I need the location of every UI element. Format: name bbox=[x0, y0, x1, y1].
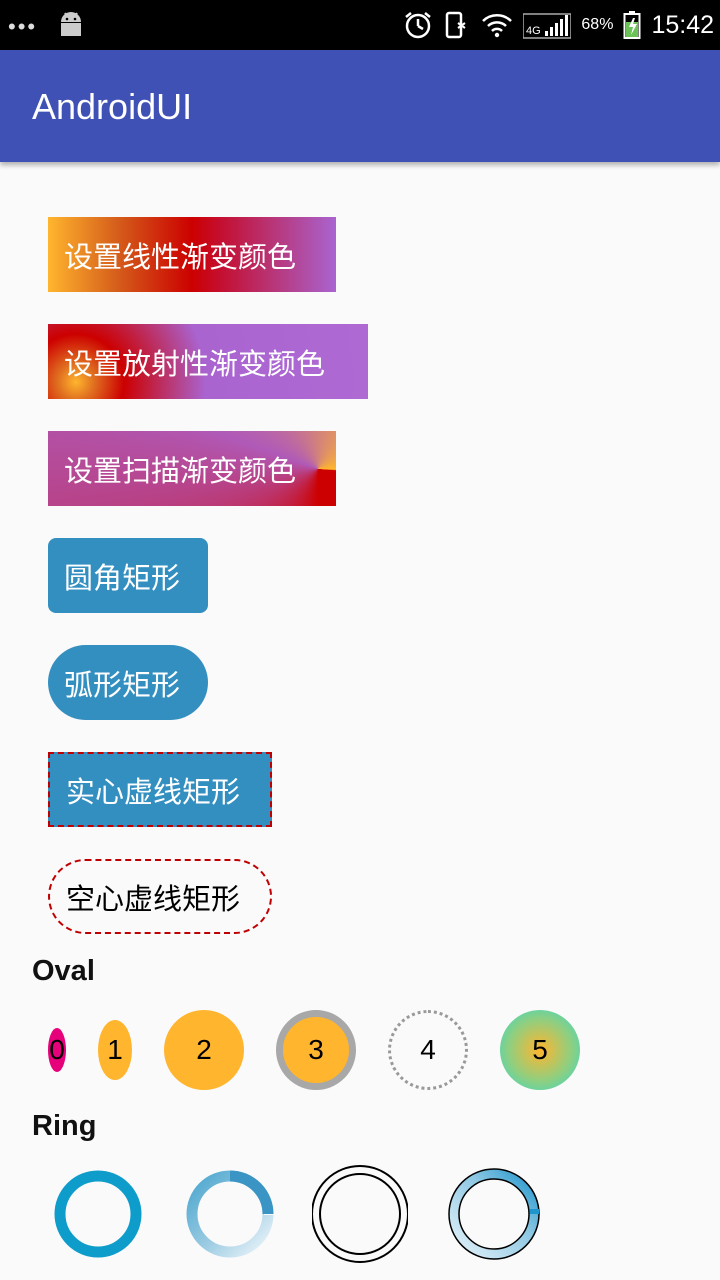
vibrate-icon bbox=[446, 11, 466, 39]
oval-item-4: 4 bbox=[388, 1010, 468, 1090]
battery-percent: 68% bbox=[581, 16, 614, 33]
oval-label: 4 bbox=[420, 1034, 436, 1065]
app-bar: AndroidUI bbox=[0, 50, 720, 162]
hollow-dashed-rect-button[interactable]: 空心虚线矩形 bbox=[48, 859, 272, 934]
oval-label: 0 bbox=[49, 1034, 65, 1065]
app-title: AndroidUI bbox=[32, 86, 193, 127]
clock: 15:42 bbox=[651, 10, 714, 39]
oval-label: 5 bbox=[532, 1034, 548, 1065]
rounded-rect-button[interactable]: 圆角矩形 bbox=[48, 538, 208, 613]
oval-item-5: 5 bbox=[500, 1010, 580, 1090]
battery-charging-icon bbox=[623, 11, 641, 39]
oval-label: 3 bbox=[308, 1034, 324, 1065]
oval-item-1: 1 bbox=[98, 1010, 132, 1090]
oval-section-title: Oval bbox=[32, 955, 95, 987]
sweep-gradient-button[interactable]: 设置扫描渐变颜色 bbox=[48, 431, 336, 506]
solid-dashed-rect-button[interactable]: 实心虚线矩形 bbox=[48, 752, 272, 827]
oval-label: 2 bbox=[196, 1034, 212, 1065]
signal-icon: 4G bbox=[523, 13, 572, 39]
ring-sweep-gradient bbox=[186, 1170, 278, 1258]
oval-item-3: 3 bbox=[276, 1010, 356, 1090]
alarm-icon bbox=[405, 12, 432, 39]
oval-label: 1 bbox=[107, 1034, 123, 1065]
status-bar: ••• 4G 68% 15:42 bbox=[0, 0, 720, 50]
ring-progress bbox=[448, 1168, 540, 1260]
svg-text:4G: 4G bbox=[526, 25, 541, 37]
ring-solid bbox=[54, 1170, 142, 1258]
radial-gradient-button[interactable]: 设置放射性渐变颜色 bbox=[48, 324, 368, 399]
more-dots-icon: ••• bbox=[8, 14, 38, 39]
wifi-icon bbox=[482, 14, 513, 38]
linear-gradient-button[interactable]: 设置线性渐变颜色 bbox=[48, 217, 336, 292]
ring-section-title: Ring bbox=[32, 1110, 97, 1142]
android-icon bbox=[61, 12, 81, 36]
oval-item-2: 2 bbox=[164, 1010, 244, 1090]
arc-rect-button[interactable]: 弧形矩形 bbox=[48, 645, 208, 720]
oval-item-0: 0 bbox=[48, 1010, 66, 1090]
ring-outlined bbox=[312, 1165, 408, 1263]
